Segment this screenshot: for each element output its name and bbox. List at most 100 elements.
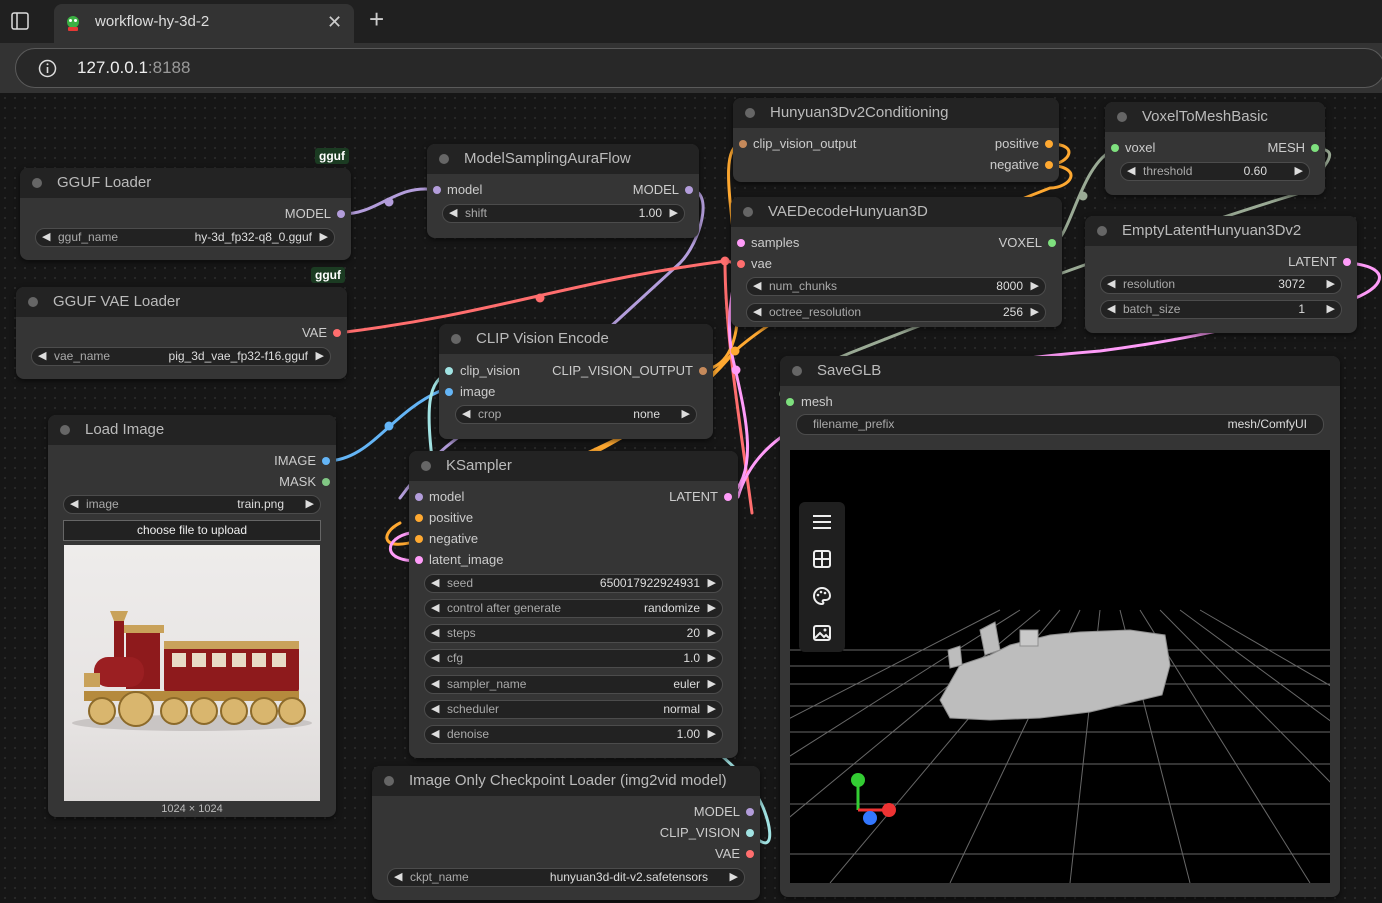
threshold-widget[interactable]: ◀ threshold 0.60 ▶ — [1120, 162, 1310, 181]
node-title[interactable]: SaveGLB — [780, 356, 1340, 386]
positive-output-socket[interactable] — [1045, 140, 1053, 148]
arrow-left-icon[interactable]: ◀ — [431, 600, 439, 617]
node-title[interactable]: GGUF Loader — [20, 168, 351, 198]
clip-vision-encode-node[interactable]: CLIP Vision Encode clip_vision image CLI… — [439, 324, 713, 439]
arrow-left-icon[interactable]: ◀ — [42, 229, 50, 246]
cfg-widget[interactable]: ◀ cfg 1.0 ▶ — [424, 649, 723, 668]
node-title[interactable]: EmptyLatentHunyuan3Dv2 — [1085, 216, 1357, 246]
arrow-left-icon[interactable]: ◀ — [1107, 301, 1115, 318]
graph-canvas[interactable]: gguf gguf GGUF Loader MODEL ◀ gguf_name hy… — [0, 93, 1382, 903]
arrow-right-icon[interactable]: ▶ — [708, 650, 716, 667]
arrow-right-icon[interactable]: ▶ — [1295, 163, 1303, 180]
load-image-node[interactable]: Load Image IMAGE MASK ◀ image train.png ▶ c… — [48, 415, 336, 817]
model-input-socket[interactable] — [415, 493, 423, 501]
clip-vision-output-socket[interactable] — [699, 367, 707, 375]
image-combo[interactable]: ◀ image train.png ▶ — [63, 495, 321, 514]
collapse-dot[interactable] — [421, 461, 431, 471]
vae-output-socket[interactable] — [746, 850, 754, 858]
info-icon[interactable] — [38, 59, 57, 78]
voxel-to-mesh-node[interactable]: VoxelToMeshBasic voxel MESH ◀ threshold 0.… — [1105, 102, 1325, 195]
collapse-dot[interactable] — [1117, 112, 1127, 122]
new-tab-icon[interactable]: + — [369, 4, 384, 35]
mesh-output-socket[interactable] — [1311, 144, 1319, 152]
checkpoint-loader-node[interactable]: Image Only Checkpoint Loader (img2vid mo… — [372, 766, 760, 900]
collapse-dot[interactable] — [745, 108, 755, 118]
collapse-dot[interactable] — [792, 366, 802, 376]
gguf-loader-node[interactable]: GGUF Loader MODEL ◀ gguf_name hy-3d_fp32-q… — [20, 168, 351, 260]
url-field[interactable]: 127.0.0.1:8188 — [15, 48, 1382, 88]
collapse-dot[interactable] — [451, 334, 461, 344]
menu-icon[interactable] — [812, 513, 832, 531]
image-output-socket[interactable] — [322, 457, 330, 465]
arrow-left-icon[interactable]: ◀ — [431, 575, 439, 592]
arrow-left-icon[interactable]: ◀ — [449, 205, 457, 222]
arrow-left-icon[interactable]: ◀ — [431, 676, 439, 693]
vae-output-socket[interactable] — [333, 329, 341, 337]
arrow-right-icon[interactable]: ▶ — [708, 701, 716, 718]
arrow-right-icon[interactable]: ▶ — [306, 496, 314, 513]
positive-input-socket[interactable] — [415, 514, 423, 522]
palette-icon[interactable] — [812, 586, 832, 606]
arrow-left-icon[interactable]: ◀ — [431, 625, 439, 642]
arrow-left-icon[interactable]: ◀ — [431, 726, 439, 743]
gguf-name-combo[interactable]: ◀ gguf_name hy-3d_fp32-q8_0.gguf ▶ — [35, 228, 335, 247]
upload-button[interactable]: choose file to upload — [63, 520, 321, 541]
node-title[interactable]: KSampler — [409, 451, 738, 481]
arrow-left-icon[interactable]: ◀ — [431, 701, 439, 718]
collapse-dot[interactable] — [32, 178, 42, 188]
node-title[interactable]: Load Image — [48, 415, 336, 445]
arrow-right-icon[interactable]: ▶ — [1031, 278, 1039, 295]
model-sampling-node[interactable]: ModelSamplingAuraFlow model MODEL ◀ shift… — [427, 144, 699, 238]
seed-widget[interactable]: ◀ seed 650017922924931 ▶ — [424, 574, 723, 593]
vae-input-socket[interactable] — [737, 260, 745, 268]
resolution-widget[interactable]: ◀ resolution 3072 ▶ — [1100, 275, 1342, 294]
node-title[interactable]: CLIP Vision Encode — [439, 324, 713, 354]
num-chunks-widget[interactable]: ◀ num_chunks 8000 ▶ — [746, 277, 1046, 296]
browser-tab[interactable]: workflow-hy-3d-2 ✕ — [54, 4, 354, 43]
arrow-right-icon[interactable]: ▶ — [320, 229, 328, 246]
voxel-input-socket[interactable] — [1111, 144, 1119, 152]
close-icon[interactable]: ✕ — [327, 12, 342, 33]
voxel-output-socket[interactable] — [1048, 239, 1056, 247]
grid-icon[interactable] — [812, 549, 832, 569]
latent-output-socket[interactable] — [1343, 258, 1351, 266]
3d-viewport[interactable] — [790, 450, 1330, 883]
collapse-dot[interactable] — [1097, 226, 1107, 236]
arrow-left-icon[interactable]: ◀ — [394, 869, 402, 886]
latent-output-socket[interactable] — [724, 493, 732, 501]
arrow-right-icon[interactable]: ▶ — [708, 726, 716, 743]
sampler-name-combo[interactable]: ◀ sampler_name euler ▶ — [424, 675, 723, 694]
model-input-socket[interactable] — [433, 186, 441, 194]
arrow-right-icon[interactable]: ▶ — [708, 676, 716, 693]
filename-prefix-input[interactable]: filename_prefix mesh/ComfyUI — [796, 414, 1324, 435]
crop-combo[interactable]: ◀ crop none ▶ — [455, 405, 697, 424]
negative-output-socket[interactable] — [1045, 161, 1053, 169]
shift-widget[interactable]: ◀ shift 1.00 ▶ — [442, 204, 685, 223]
arrow-left-icon[interactable]: ◀ — [1127, 163, 1135, 180]
arrow-right-icon[interactable]: ▶ — [708, 575, 716, 592]
denoise-widget[interactable]: ◀ denoise 1.00 ▶ — [424, 725, 723, 744]
gguf-vae-loader-node[interactable]: GGUF VAE Loader VAE ◀ vae_name pig_3d_vae_… — [16, 287, 347, 379]
image-input-socket[interactable] — [445, 388, 453, 396]
arrow-left-icon[interactable]: ◀ — [753, 278, 761, 295]
mask-output-socket[interactable] — [322, 478, 330, 486]
collapse-dot[interactable] — [28, 297, 38, 307]
hunyuan-conditioning-node[interactable]: Hunyuan3Dv2Conditioning clip_vision_outp… — [733, 98, 1059, 182]
arrow-left-icon[interactable]: ◀ — [753, 304, 761, 321]
clip-vision-output-socket[interactable] — [746, 829, 754, 837]
collapse-dot[interactable] — [60, 425, 70, 435]
negative-input-socket[interactable] — [415, 535, 423, 543]
arrow-left-icon[interactable]: ◀ — [431, 650, 439, 667]
arrow-right-icon[interactable]: ▶ — [1031, 304, 1039, 321]
arrow-right-icon[interactable]: ▶ — [730, 869, 738, 886]
arrow-right-icon[interactable]: ▶ — [1327, 276, 1335, 293]
samples-input-socket[interactable] — [737, 239, 745, 247]
octree-resolution-widget[interactable]: ◀ octree_resolution 256 ▶ — [746, 303, 1046, 322]
model-output-socket[interactable] — [337, 210, 345, 218]
arrow-right-icon[interactable]: ▶ — [670, 205, 678, 222]
node-title[interactable]: VoxelToMeshBasic — [1105, 102, 1325, 132]
collapse-dot[interactable] — [439, 154, 449, 164]
collapse-dot[interactable] — [743, 207, 753, 217]
latent-input-socket[interactable] — [415, 556, 423, 564]
node-title[interactable]: Image Only Checkpoint Loader (img2vid mo… — [372, 766, 760, 796]
